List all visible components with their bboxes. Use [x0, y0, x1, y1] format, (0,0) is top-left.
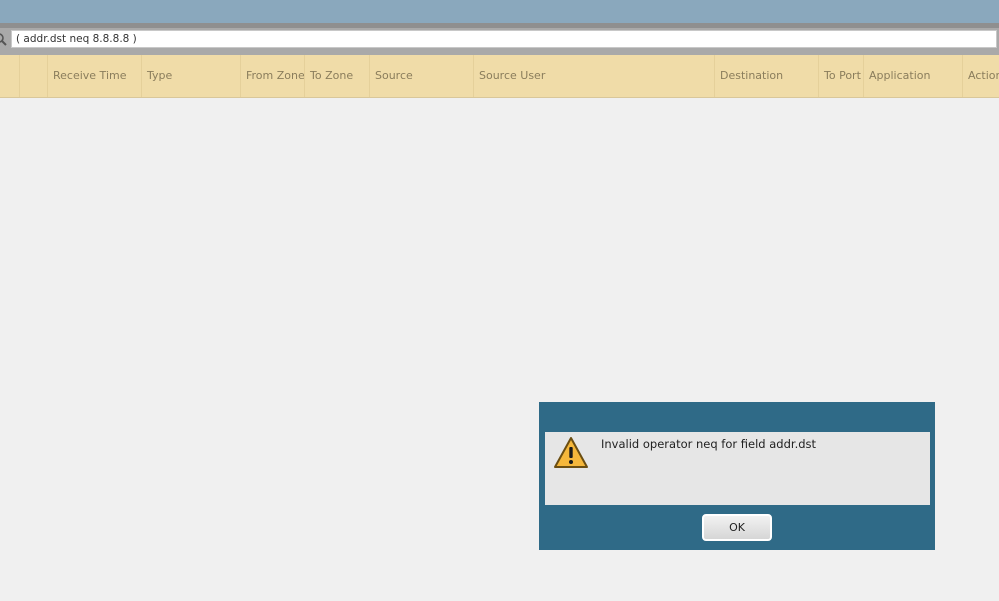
column-header-to-port[interactable]: To Port: [818, 55, 863, 97]
column-header-type[interactable]: Type: [141, 55, 240, 97]
top-bar: [0, 0, 999, 23]
column-header-destination[interactable]: Destination: [714, 55, 818, 97]
column-header-select[interactable]: [0, 55, 19, 97]
column-header-source[interactable]: Source: [369, 55, 473, 97]
filter-input[interactable]: ( addr.dst neq 8.8.8.8 ): [11, 30, 997, 48]
column-header-receive-time[interactable]: Receive Time: [47, 55, 141, 97]
error-dialog: Invalid operator neq for field addr.dst …: [539, 402, 935, 550]
column-header-to-zone[interactable]: To Zone: [304, 55, 369, 97]
column-header-details[interactable]: [19, 55, 47, 97]
warning-icon: [554, 437, 588, 468]
dialog-message: Invalid operator neq for field addr.dst: [601, 437, 817, 451]
table-header: Receive Time Type From Zone To Zone Sour…: [0, 55, 999, 98]
dialog-body: Invalid operator neq for field addr.dst: [545, 432, 930, 505]
column-header-from-zone[interactable]: From Zone: [240, 55, 304, 97]
search-icon[interactable]: [0, 33, 7, 46]
column-header-source-user[interactable]: Source User: [473, 55, 714, 97]
column-header-application[interactable]: Application: [863, 55, 962, 97]
filter-bar: ( addr.dst neq 8.8.8.8 ): [0, 23, 999, 55]
ok-button[interactable]: OK: [702, 514, 772, 541]
column-header-action[interactable]: Action: [962, 55, 999, 97]
filter-bar-divider: [0, 23, 999, 28]
